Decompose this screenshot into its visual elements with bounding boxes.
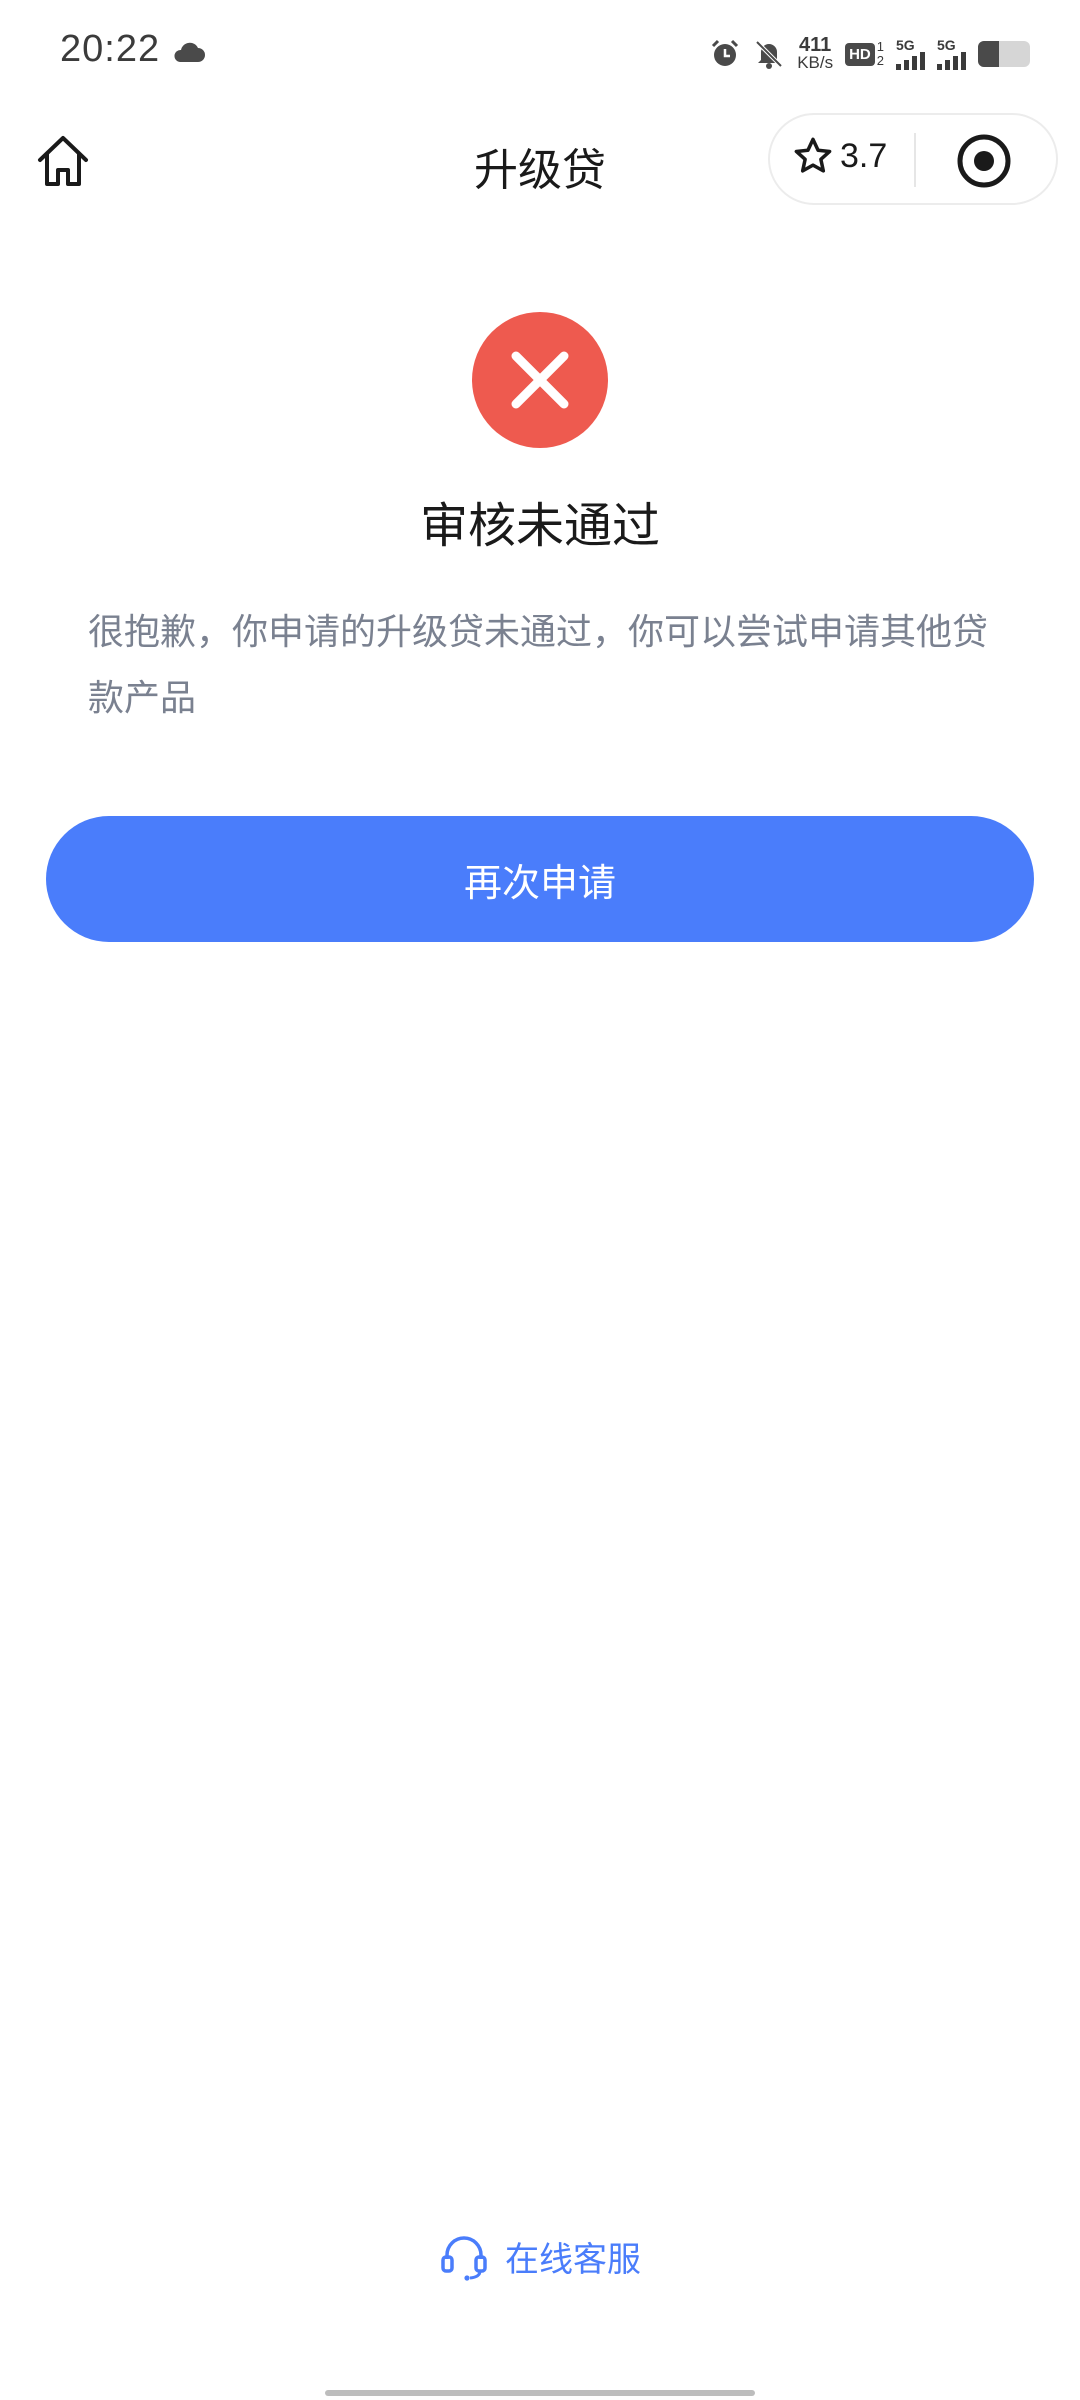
online-service-link[interactable]: 在线客服 [0, 2232, 1080, 2281]
home-indicator[interactable] [325, 2390, 755, 2396]
result-title: 审核未通过 [419, 498, 660, 554]
hd-label: HD [845, 42, 875, 66]
capsule-divider [914, 133, 916, 187]
sim2-label: 5G [937, 37, 956, 53]
network-speed-unit: KB/s [797, 53, 834, 72]
status-icons: 411 KB/s HD 1 2 5G 5G [709, 30, 1030, 78]
hd-sub-bottom: 2 [876, 53, 884, 68]
cloud-icon [174, 42, 205, 62]
mini-program-capsule: 3.7 [768, 113, 1058, 205]
battery-icon [978, 41, 1030, 67]
target-icon[interactable] [956, 133, 1012, 189]
battery-fill [978, 41, 999, 67]
network-speed-value: 411 [799, 34, 832, 56]
error-status-icon [472, 312, 608, 448]
alarm-icon [712, 39, 739, 66]
rating-button[interactable]: 3.7 [792, 135, 887, 177]
sim1-label: 5G [896, 37, 915, 53]
status-time: 20:22 [60, 28, 161, 70]
reapply-button[interactable]: 再次申请 [46, 816, 1034, 942]
result-description: 很抱歉，你申请的升级贷未通过，你可以尝试申请其他贷款产品 [88, 612, 989, 719]
signal-icon-sim2: 5G [937, 38, 966, 70]
headset-icon [441, 2235, 487, 2281]
mute-icon [755, 40, 783, 69]
hd-sub-top: 1 [876, 39, 884, 54]
nav-bar: 升级贷 3.7 [0, 110, 1080, 210]
rating-value: 3.7 [840, 136, 888, 175]
close-icon [511, 351, 569, 409]
screen: 20:22 411 KB/s HD 1 2 5G 5G 升级贷 3.7 审核未通… [0, 0, 1080, 2400]
hd-badge: HD 1 2 [845, 40, 884, 68]
signal-icon-sim1: 5G [896, 38, 925, 70]
star-icon [794, 137, 832, 173]
network-speed: 411 KB/s [797, 34, 834, 72]
status-bar: 20:22 411 KB/s HD 1 2 5G 5G [0, 0, 1080, 110]
online-service-label: 在线客服 [505, 2240, 641, 2280]
